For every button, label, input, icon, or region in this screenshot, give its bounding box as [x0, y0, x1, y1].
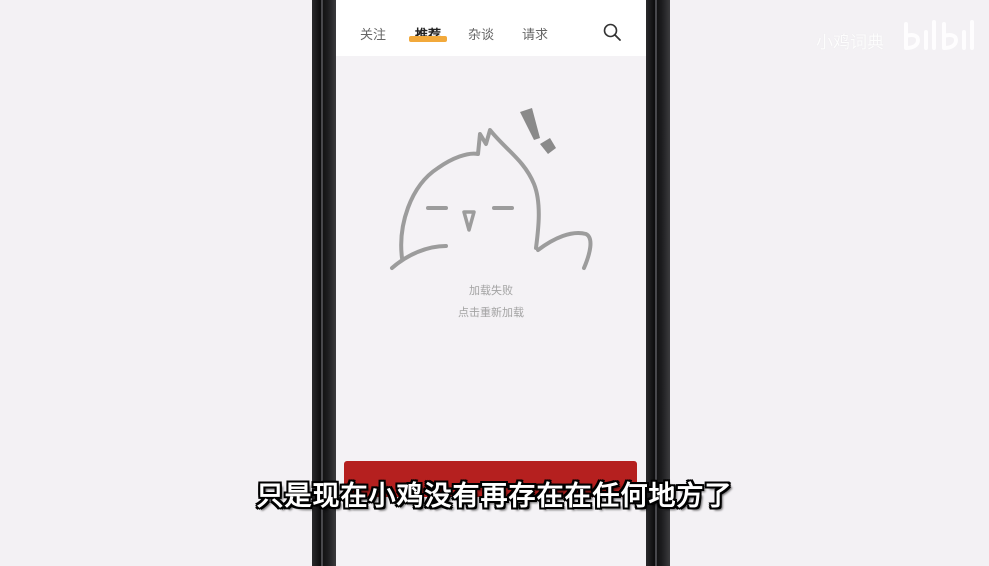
search-icon[interactable] [602, 22, 622, 42]
tab-follow[interactable]: 关注 [360, 24, 386, 43]
channel-watermark: 小鸡词典 [816, 33, 884, 53]
retry-link[interactable]: 点击重新加载 [336, 304, 646, 320]
video-frame: 关注 推荐 杂谈 请求 加载失败 点击 [0, 0, 989, 566]
load-failed-text: 加载失败 [469, 284, 513, 297]
top-tab-bar: 关注 推荐 杂谈 请求 [336, 0, 646, 56]
video-subtitle: 只是现在小鸡没有再存在在任何地方了 [256, 481, 733, 512]
tab-request[interactable]: 请求 [522, 24, 548, 43]
active-tab-indicator [409, 36, 447, 42]
tab-chat[interactable]: 杂谈 [468, 24, 494, 43]
bilibili-logo-icon [904, 20, 974, 50]
sad-chick-mascot-icon [390, 108, 593, 270]
